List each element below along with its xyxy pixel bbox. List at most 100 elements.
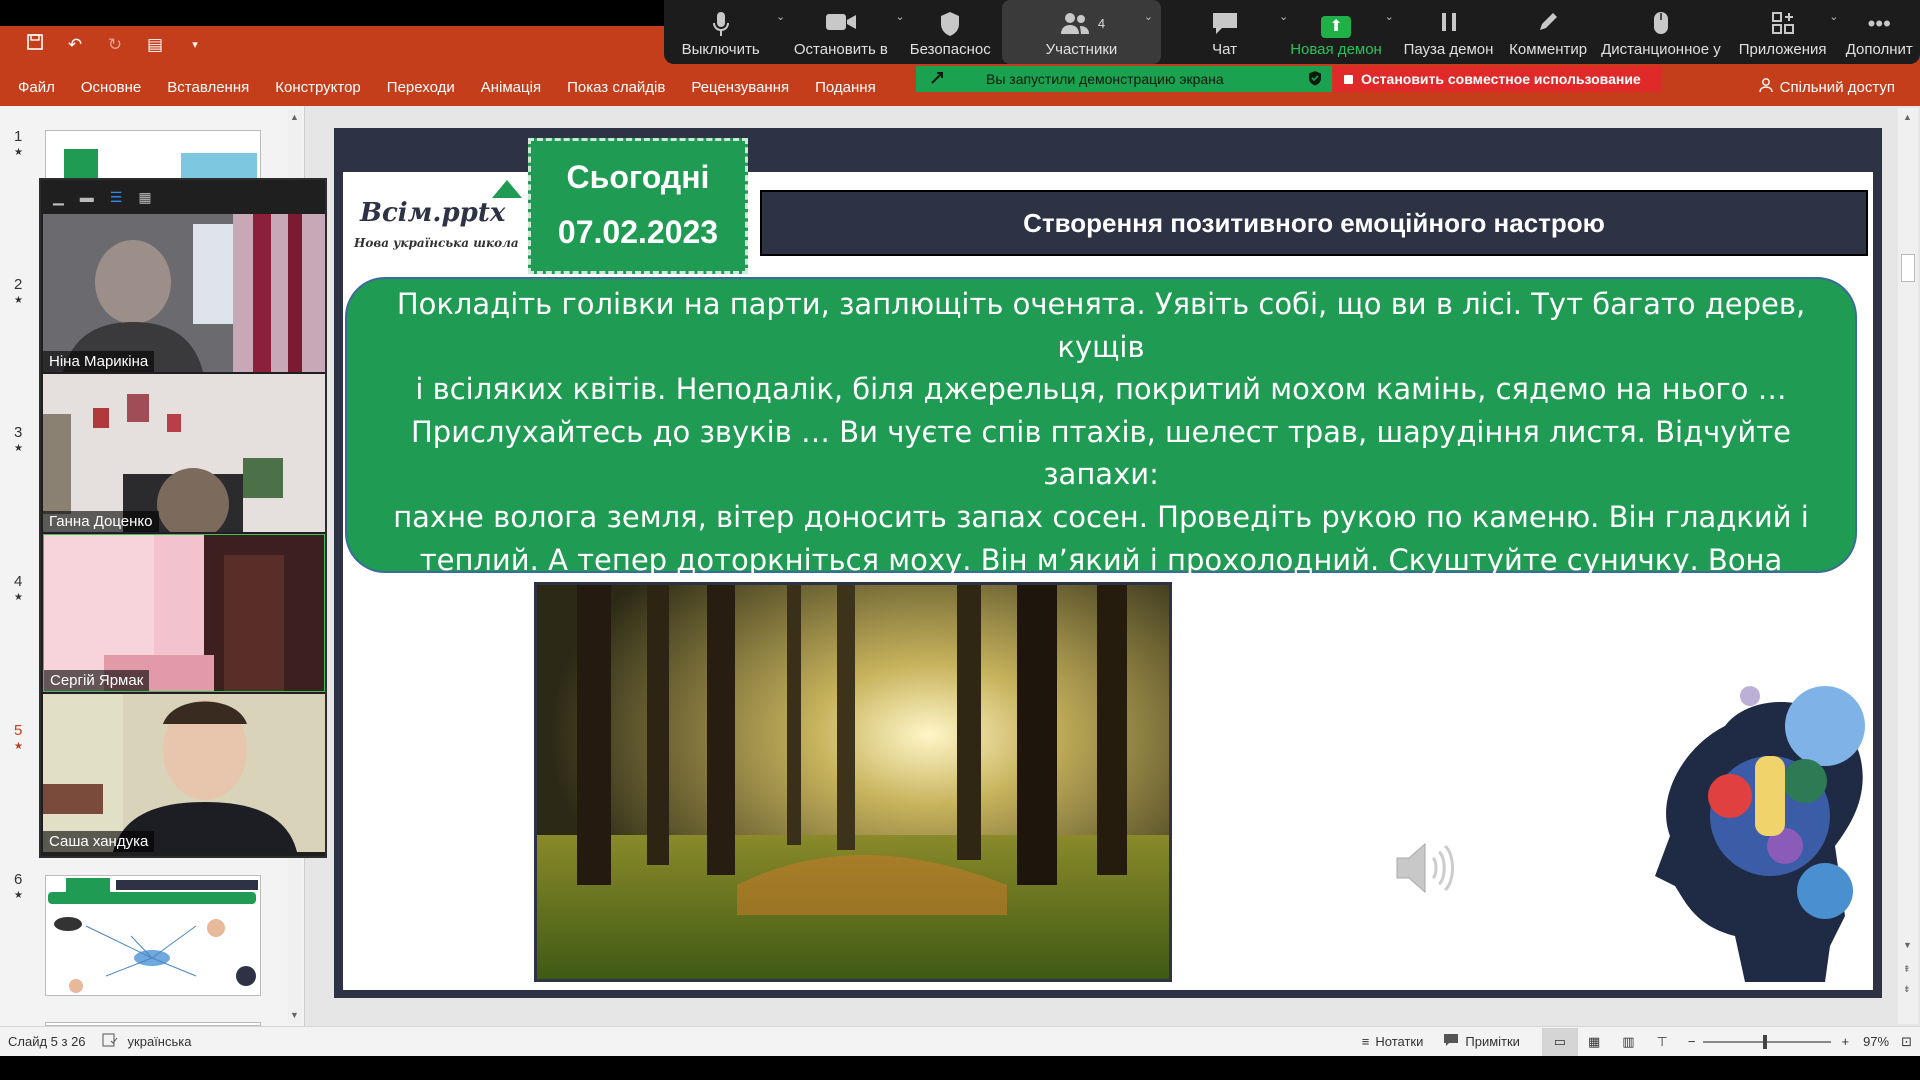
more-dots-icon: ••• — [1867, 11, 1891, 36]
tab-design[interactable]: Конструктор — [262, 79, 374, 96]
scroll-down-icon[interactable]: ▼ — [290, 1010, 299, 1020]
chat-button[interactable]: ⌄ Чат — [1169, 0, 1288, 64]
save-icon[interactable] — [24, 34, 46, 55]
shield-check-icon[interactable] — [1308, 70, 1322, 89]
minimize-icon[interactable]: ▁ — [53, 189, 64, 206]
apps-button[interactable]: ⌄ Приложения — [1735, 0, 1839, 64]
tab-insert[interactable]: Вставлення — [154, 79, 262, 96]
participant-video-2[interactable]: Ганна Доценко — [43, 374, 325, 532]
tab-review[interactable]: Рецензування — [678, 79, 802, 96]
undo-icon[interactable]: ↶ — [64, 35, 86, 55]
slide-body-text: Покладіть голівки на парти, заплющіть оч… — [345, 277, 1857, 747]
chevron-down-icon[interactable]: ⌄ — [1144, 10, 1153, 23]
scroll-thumb[interactable] — [1901, 254, 1915, 282]
participant-name: Сергій Ярмак — [44, 670, 150, 691]
spellcheck-icon[interactable] — [102, 1033, 118, 1050]
slide-sorter-icon[interactable]: ▦ — [1588, 1034, 1600, 1050]
slide-thumbnail-1[interactable] — [45, 130, 261, 181]
new-share-button[interactable]: ⬆ ⌄ Новая демон — [1286, 0, 1394, 64]
normal-view-icon[interactable]: ▭ — [1541, 1027, 1578, 1056]
fit-slide-icon[interactable]: ⊡ — [1901, 1034, 1912, 1050]
tab-view[interactable]: Подання — [802, 79, 889, 96]
annotate-button[interactable]: Комментир — [1505, 0, 1591, 64]
zoom-slider-thumb[interactable] — [1763, 1034, 1768, 1049]
redo-icon[interactable]: ↻ — [104, 35, 126, 55]
logo-title: Всім.pptx — [360, 198, 506, 228]
tab-home[interactable]: Основне — [68, 79, 154, 96]
body-line: пахне волога земля, вітер доносить запах… — [393, 499, 1809, 534]
video-feed-icon — [43, 694, 325, 852]
speaker-icon[interactable] — [1395, 840, 1459, 901]
annotate-label: Комментир — [1509, 41, 1588, 58]
zoom-level[interactable]: 97% — [1863, 1034, 1889, 1049]
notes-label: Нотатки — [1375, 1034, 1424, 1049]
slide-scrollbar[interactable]: ▲ ▼ ⇞ ⇟ — [1898, 108, 1918, 1024]
scroll-up-icon[interactable]: ▲ — [1903, 112, 1912, 122]
slideshow-view-icon[interactable]: ⊤ — [1657, 1034, 1668, 1050]
remote-control-button[interactable]: Дистанционное у — [1597, 0, 1725, 64]
body-line: Покладіть голівки на парти, заплющіть оч… — [396, 287, 1806, 364]
language-indicator[interactable]: українська — [128, 1034, 192, 1049]
participants-label: Участники — [1045, 41, 1118, 58]
scroll-down-icon[interactable]: ▼ — [1903, 940, 1912, 950]
previous-slide-icon[interactable]: ⇞ — [1903, 964, 1911, 975]
present-icon[interactable]: ▤ — [144, 35, 166, 55]
tab-transitions[interactable]: Переходи — [374, 79, 468, 96]
participant-name: Ганна Доценко — [43, 511, 159, 532]
grid-view-icon[interactable]: ▦ — [138, 189, 151, 206]
strip-view-icon[interactable]: ☰ — [110, 189, 123, 206]
chevron-down-icon[interactable]: ⌄ — [776, 10, 785, 23]
customize-icon[interactable]: ▾ — [184, 38, 206, 51]
participant-video-3[interactable]: Сергій Ярмак — [43, 534, 325, 692]
logo-subtitle: Нова українська школа — [354, 236, 519, 250]
logo: Всім.pptx Нова українська школа — [352, 180, 527, 270]
date-value: 07.02.2023 — [557, 214, 719, 250]
tab-file[interactable]: Файл — [0, 79, 68, 96]
new-share-label: Новая демон — [1290, 41, 1382, 58]
forest-image[interactable] — [534, 582, 1172, 982]
mouse-icon — [1652, 10, 1670, 38]
status-bar: Слайд 5 з 26 українська ≡ Нотатки Приміт… — [0, 1026, 1920, 1056]
pause-icon — [1439, 10, 1459, 38]
share-notice-text: Вы запустили демонстрацию экрана — [986, 71, 1224, 87]
security-label: Безопаснос — [909, 41, 991, 58]
participants-button[interactable]: 4 ⌄ Участники — [1001, 0, 1161, 64]
chat-label: Чат — [1212, 41, 1237, 58]
comment-icon — [1443, 1033, 1459, 1050]
zoom-slider[interactable] — [1703, 1034, 1832, 1049]
chevron-down-icon[interactable]: ⌄ — [1829, 10, 1838, 23]
reading-view-icon[interactable]: ▥ — [1622, 1034, 1634, 1050]
head-silhouette-icon — [1655, 686, 1865, 982]
chevron-down-icon[interactable]: ⌄ — [1385, 10, 1394, 23]
participant-video-1[interactable]: Ніна Марикіна — [43, 214, 325, 372]
slide-thumbnail-6[interactable] — [45, 875, 261, 996]
forest-picture-icon — [537, 585, 1169, 979]
mute-button[interactable]: ⌄ Выключить — [664, 0, 786, 64]
notes-button[interactable]: ≡ Нотатки — [1362, 1034, 1424, 1049]
chevron-down-icon[interactable]: ⌄ — [895, 10, 904, 23]
security-button[interactable]: Безопаснос — [905, 0, 996, 64]
comments-button[interactable]: Примітки — [1443, 1033, 1520, 1050]
share-indicator-icon — [930, 71, 944, 88]
bottom-bar — [0, 1056, 1920, 1080]
remote-control-label: Дистанционное у — [1601, 41, 1721, 58]
zoom-out-icon[interactable]: − — [1688, 1034, 1696, 1049]
stop-share-label: Остановить совместное использование — [1361, 71, 1641, 87]
single-view-icon[interactable]: ▬ — [80, 189, 94, 205]
participants-count: 4 — [1097, 16, 1106, 31]
tab-animation[interactable]: Анімація — [468, 79, 554, 96]
share-button[interactable]: Спільний доступ — [1758, 77, 1895, 97]
zoom-in-icon[interactable]: + — [1841, 1034, 1849, 1049]
participant-video-4[interactable]: Саша хандука — [43, 694, 325, 852]
slide-title: Створення позитивного емоційного настрою — [760, 190, 1868, 256]
scroll-up-icon[interactable]: ▲ — [290, 112, 299, 122]
tab-slideshow[interactable]: Показ слайдів — [554, 79, 678, 96]
participants-icon: 4 — [1058, 10, 1105, 38]
more-button[interactable]: ••• Дополнит — [1838, 0, 1920, 64]
stop-video-button[interactable]: ⌄ Остановить в — [785, 0, 905, 64]
stop-share-button[interactable]: Остановить совместное использование — [1334, 66, 1662, 92]
pause-share-button[interactable]: Пауза демон — [1396, 0, 1501, 64]
next-slide-icon[interactable]: ⇟ — [1903, 984, 1911, 995]
zoom-meeting-toolbar: ⌄ Выключить ⌄ Остановить в Безопаснос 4 … — [664, 0, 1920, 64]
more-label: Дополнит — [1845, 41, 1913, 58]
